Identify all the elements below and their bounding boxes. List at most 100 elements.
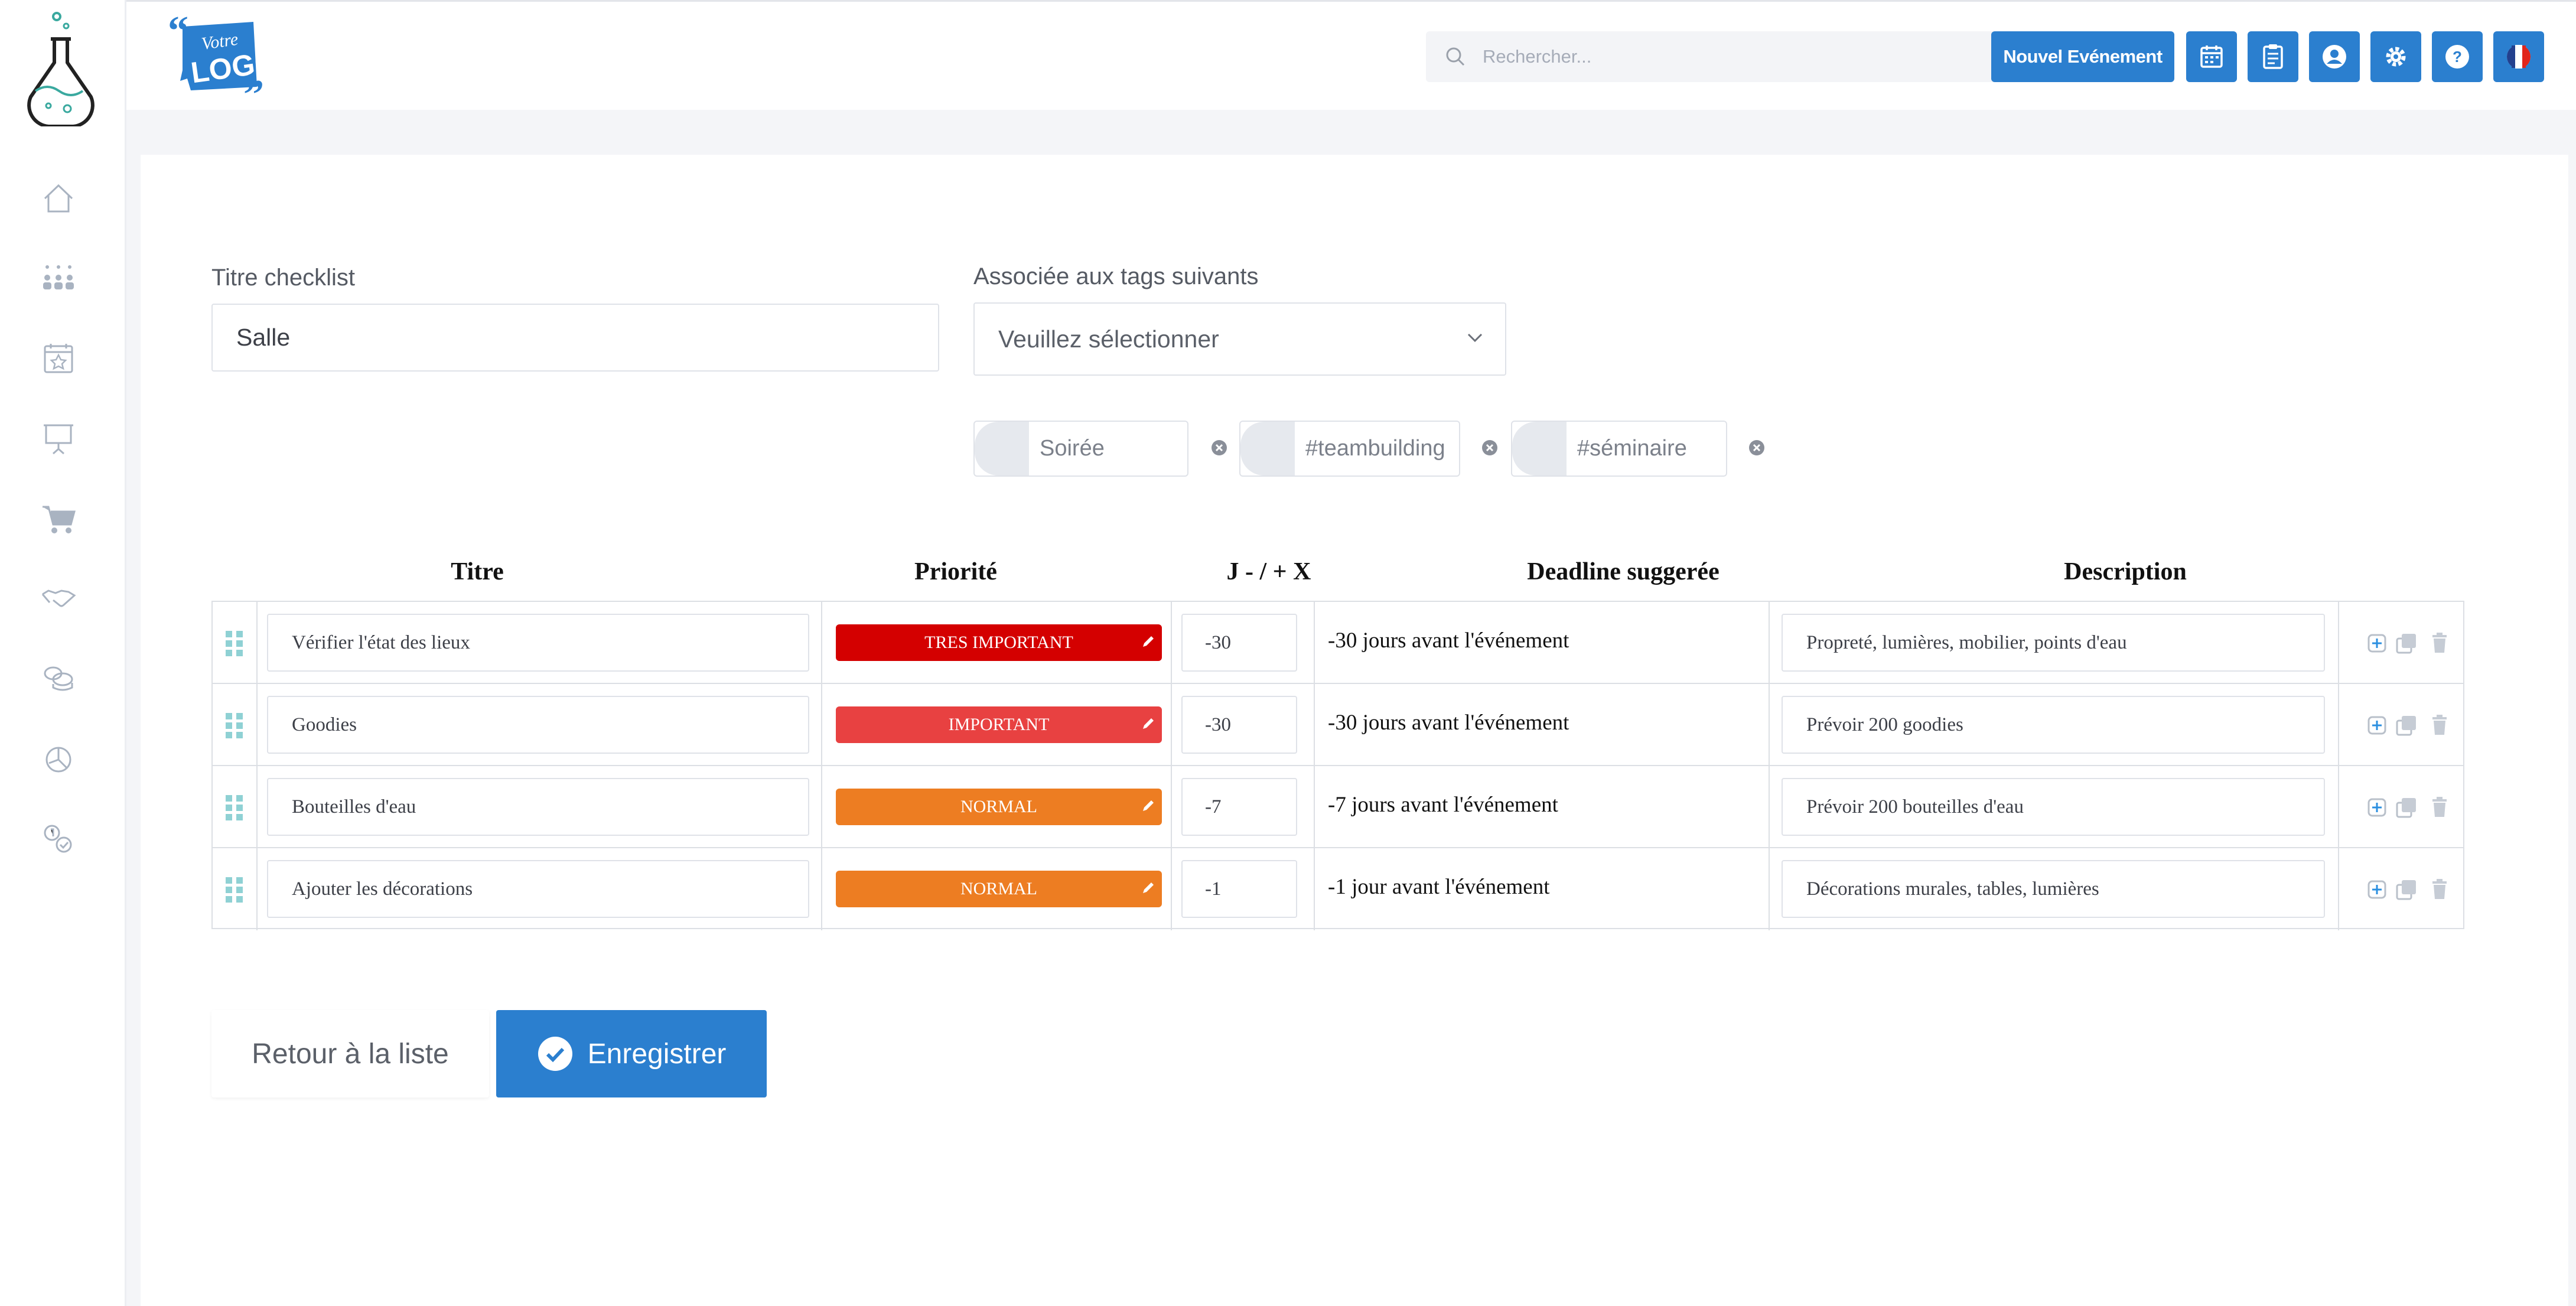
- money-check-icon: [44, 825, 72, 853]
- item-title-input[interactable]: Vérifier l'état des lieux: [267, 614, 809, 672]
- column-divider: [2338, 848, 2339, 930]
- column-divider: [1314, 684, 1315, 765]
- sidebar-item-presentation[interactable]: [37, 417, 80, 461]
- description-input[interactable]: Propreté, lumières, mobilier, points d'e…: [1782, 614, 2325, 672]
- pencil-icon: [1143, 882, 1154, 893]
- description-input[interactable]: Prévoir 200 bouteilles d'eau: [1782, 778, 2325, 836]
- add-icon[interactable]: [2365, 714, 2389, 737]
- remove-tag-icon[interactable]: [1748, 439, 1765, 456]
- calendar-button[interactable]: [2186, 31, 2237, 82]
- flask-logo-icon[interactable]: [22, 8, 98, 126]
- drag-handle-icon[interactable]: [223, 876, 246, 903]
- french-flag-icon: [2507, 45, 2531, 69]
- column-divider: [1171, 848, 1172, 930]
- settings-button[interactable]: [2370, 31, 2421, 82]
- description-input[interactable]: Prévoir 200 goodies: [1782, 696, 2325, 754]
- duplicate-icon[interactable]: [2395, 714, 2418, 737]
- item-title-input[interactable]: Goodies: [267, 696, 809, 754]
- column-divider: [821, 766, 822, 847]
- check-circle-icon: [538, 1037, 572, 1071]
- clipboard-button[interactable]: [2248, 31, 2298, 82]
- description-input[interactable]: Décorations murales, tables, lumières: [1782, 860, 2325, 918]
- tag-toggle[interactable]: [1512, 422, 1567, 475]
- add-icon[interactable]: [2365, 631, 2389, 655]
- sidebar-item-pie-chart[interactable]: [37, 736, 80, 780]
- priority-badge[interactable]: IMPORTANT: [836, 706, 1162, 743]
- tag-toggle[interactable]: [1240, 422, 1295, 475]
- remove-tag-icon[interactable]: [1481, 439, 1498, 456]
- column-divider: [256, 766, 258, 847]
- offset-input[interactable]: -7: [1181, 778, 1297, 836]
- tags-select[interactable]: Veuillez sélectionner: [973, 302, 1506, 376]
- tag-label: #séminaire: [1577, 436, 1687, 461]
- calendar-star-icon: [44, 344, 73, 373]
- column-divider: [1171, 602, 1172, 683]
- sidebar-item-home[interactable]: [37, 176, 80, 220]
- priority-badge[interactable]: TRES IMPORTANT: [836, 624, 1162, 661]
- pencil-icon: [1143, 636, 1154, 647]
- search-input[interactable]: [1483, 46, 1991, 67]
- search-box[interactable]: [1426, 31, 2017, 82]
- checklist-form-card: Titre checklist Salle Associée aux tags …: [141, 155, 2568, 1306]
- column-divider: [821, 684, 822, 765]
- tag-toggle[interactable]: [975, 422, 1029, 475]
- add-icon[interactable]: [2365, 796, 2389, 819]
- header-offset: J - / + X: [1226, 558, 1311, 585]
- table-row: Bouteilles d'eau NORMAL -7 -7 jours avant l…: [213, 766, 2463, 848]
- back-to-list-button[interactable]: Retour à la liste: [211, 1010, 489, 1097]
- presentation-icon: [44, 424, 73, 455]
- help-button[interactable]: ?: [2432, 31, 2483, 82]
- drag-handle-icon[interactable]: [223, 712, 246, 739]
- tag-chip[interactable]: #teambuilding: [1239, 421, 1460, 477]
- column-divider: [821, 602, 822, 683]
- item-title-input[interactable]: Ajouter les décorations: [267, 860, 809, 918]
- duplicate-icon[interactable]: [2395, 796, 2418, 819]
- trash-icon[interactable]: [2428, 714, 2451, 737]
- sidebar-item-calendar-star[interactable]: [37, 337, 80, 380]
- header-deadline: Deadline suggerée: [1527, 558, 1719, 585]
- remove-tag-icon[interactable]: [1211, 439, 1227, 456]
- save-label: Enregistrer: [587, 1038, 727, 1070]
- item-title-input[interactable]: Bouteilles d'eau: [267, 778, 809, 836]
- chevron-down-icon: [1467, 333, 1483, 343]
- new-event-button[interactable]: Nouvel Evénement: [1991, 31, 2174, 82]
- home-icon: [44, 184, 73, 213]
- trash-icon[interactable]: [2428, 631, 2451, 655]
- duplicate-icon[interactable]: [2395, 878, 2418, 901]
- duplicate-icon[interactable]: [2395, 631, 2418, 655]
- svg-text:?: ?: [2453, 48, 2462, 66]
- column-divider: [2338, 602, 2339, 683]
- offset-input[interactable]: -1: [1181, 860, 1297, 918]
- sidebar-item-audience[interactable]: [37, 256, 80, 300]
- deadline-text: -1 jour avant l'événement: [1328, 875, 1550, 899]
- language-button[interactable]: [2493, 31, 2544, 82]
- header-title: Titre: [451, 558, 504, 585]
- sidebar-item-handshake[interactable]: [37, 577, 80, 620]
- trash-icon[interactable]: [2428, 796, 2451, 819]
- sidebar-item-money-check[interactable]: [37, 816, 80, 860]
- offset-input[interactable]: -30: [1181, 614, 1297, 672]
- save-button[interactable]: Enregistrer: [496, 1010, 767, 1097]
- deadline-text: -7 jours avant l'événement: [1328, 793, 1558, 817]
- tag-chip[interactable]: #séminaire: [1511, 421, 1727, 477]
- add-icon[interactable]: [2365, 878, 2389, 901]
- title-input[interactable]: Salle: [211, 304, 939, 372]
- profile-button[interactable]: [2309, 31, 2360, 82]
- tag-chip[interactable]: Soirée: [973, 421, 1188, 477]
- priority-label: NORMAL: [960, 797, 1037, 816]
- priority-badge[interactable]: NORMAL: [836, 871, 1162, 907]
- offset-input[interactable]: -30: [1181, 696, 1297, 754]
- drag-handle-icon[interactable]: [223, 630, 246, 657]
- sidebar: [0, 0, 126, 1306]
- sidebar-item-coins[interactable]: [37, 656, 80, 699]
- brand-logo-icon[interactable]: Votre LOGO “ ”: [168, 14, 268, 99]
- gear-icon: [2386, 47, 2406, 67]
- trash-icon[interactable]: [2428, 878, 2451, 901]
- header-priority: Priorité: [914, 558, 997, 585]
- pencil-icon: [1143, 718, 1154, 729]
- column-divider: [256, 684, 258, 765]
- drag-handle-icon[interactable]: [223, 794, 246, 821]
- priority-badge[interactable]: NORMAL: [836, 789, 1162, 825]
- sidebar-item-cart[interactable]: [37, 497, 80, 541]
- column-divider: [2338, 766, 2339, 847]
